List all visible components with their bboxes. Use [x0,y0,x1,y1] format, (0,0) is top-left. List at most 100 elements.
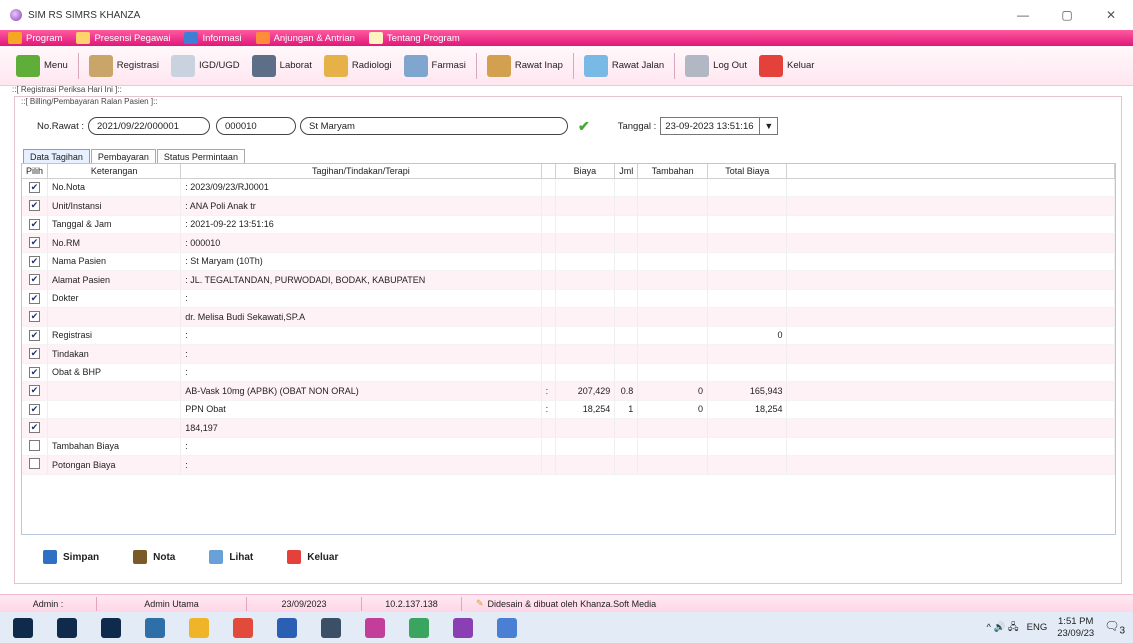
row-checkbox[interactable]: ✔ [29,237,40,249]
chrome-profile-icon[interactable] [409,617,429,638]
table-row[interactable]: ✔ PPN Obat:18,254 1 0 18,254 [22,400,1115,419]
tagihan-grid[interactable]: Pilih Keterangan Tagihan/Tindakan/Terapi… [21,163,1116,535]
col-header-total-biaya[interactable]: Total Biaya [707,164,788,179]
table-row[interactable]: ✔ Tindakan: [22,344,1115,364]
col-header-keterangan[interactable]: Keterangan [47,164,182,179]
registrasi-button[interactable]: Registrasi [83,51,165,81]
table-row[interactable]: Tambahan Biaya: [22,437,1115,456]
keluar-button[interactable]: Keluar [277,545,348,569]
maximize-button[interactable]: ▢ [1045,0,1089,30]
checkbox: ✔ [22,400,49,419]
table-row[interactable]: ✔ Alamat Pasien: JL. TEGALTANDAN, PURWODA… [22,270,1115,290]
row-checkbox[interactable]: ✔ [29,311,40,323]
menu-program[interactable]: Program [8,32,62,44]
menu-presensi-pegawai[interactable]: Presensi Pegawai [76,32,170,44]
table-row[interactable]: ✔ Dokter: [22,289,1115,308]
tanggal-field[interactable]: 23-09-2023 13:51:16 [660,117,761,135]
simpan-button[interactable]: Simpan [33,545,109,569]
bed-icon [486,54,511,77]
row-checkbox[interactable]: ✔ [29,292,40,304]
rawat-jalan-button[interactable]: Rawat Jalan [578,51,670,81]
table-row[interactable]: ✔ No.RM: 000010 [22,233,1115,253]
row-checkbox[interactable]: ✔ [29,422,40,434]
app-icon[interactable] [453,617,473,638]
row-checkbox[interactable]: ✔ [29,218,40,230]
check-icon[interactable]: ✔ [578,118,590,135]
cell-total-biaya [707,178,788,197]
row-checkbox[interactable] [29,458,40,470]
tab-pembayaran[interactable]: Pembayaran [90,149,156,163]
cell-biaya [555,363,616,382]
toolbar-separator [572,52,574,79]
nama-pasien-field[interactable]: St Maryam [300,117,568,135]
notification-icon[interactable]: 🗨3 [1104,619,1125,636]
chrome-icon[interactable] [233,617,253,638]
windows-start-icon[interactable] [13,617,33,638]
table-row[interactable]: ✔ Unit/Instansi: ANA Poli Anak tr [22,196,1115,216]
menu-button[interactable]: Menu [10,51,74,81]
row-checkbox[interactable]: ✔ [29,403,40,415]
row-checkbox[interactable]: ✔ [29,329,40,341]
row-checkbox[interactable] [29,439,40,451]
col-header-biaya[interactable]: Biaya [555,164,616,179]
system-clock[interactable]: 1:51 PM 23/09/23 [1057,616,1094,640]
table-row[interactable]: Potongan Biaya: [22,455,1115,475]
table-row[interactable]: ✔ Tanggal & Jam: 2021-09-22 13:51:16 [22,215,1115,234]
calculator-icon[interactable] [145,617,165,638]
search-icon[interactable] [57,617,77,638]
table-row[interactable]: ✔ No.Nota: 2023/09/23/RJ0001 [22,178,1115,197]
col-header-tagihan[interactable]: Tagihan/Tindakan/Terapi [180,164,542,179]
cell-keterangan [47,381,182,401]
tab-data-tagihan[interactable]: Data Tagihan [23,149,90,163]
cell-filler [786,363,1115,382]
no-rm-field[interactable]: 000010 [216,117,296,135]
table-row[interactable]: ✔ Registrasi: 0 [22,326,1115,345]
row-checkbox[interactable]: ✔ [29,181,40,193]
screenshot-icon[interactable] [321,617,341,638]
laborat-button[interactable]: Laborat [246,51,318,81]
chrome-alt-icon[interactable] [497,617,517,638]
keluar-toolbar-button[interactable]: Keluar [753,51,820,81]
tanggal-dropdown-button[interactable]: ▼ [760,117,779,135]
table-row[interactable]: ✔ 184,197 [22,418,1115,438]
radiologi-button[interactable]: Radiologi [318,51,398,81]
close-button[interactable]: ✕ [1089,0,1133,30]
logout-button[interactable]: Log Out [679,51,753,81]
nota-button[interactable]: Nota [123,545,185,569]
row-checkbox[interactable]: ✔ [29,274,40,286]
row-checkbox[interactable]: ✔ [29,385,40,397]
row-checkbox[interactable]: ✔ [29,255,40,267]
cell-total-biaya: 165,943 [707,381,788,401]
col-header-tambahan[interactable]: Tambahan [637,164,709,179]
col-header-jml[interactable]: Jml [614,164,639,179]
menu-tentang-program[interactable]: Tentang Program [368,32,460,44]
cell-biaya: 18,254 [555,400,616,419]
row-checkbox[interactable]: ✔ [29,366,40,378]
col-header-separator[interactable] [541,164,556,179]
farmasi-button[interactable]: Farmasi [398,51,472,81]
task-view-icon[interactable] [101,617,121,638]
lihat-button[interactable]: Lihat [199,545,263,569]
cell-total-biaya [707,455,788,475]
language-indicator[interactable]: ENG [1027,622,1048,633]
table-row[interactable]: ✔ Obat & BHP: [22,363,1115,382]
rawat-inap-button[interactable]: Rawat Inap [481,51,569,81]
col-header-pilih[interactable]: Pilih [22,164,49,179]
table-row[interactable]: ✔ dr. Melisa Budi Sekawati,SP.A [22,307,1115,327]
menu-informasi[interactable]: Informasi [184,32,242,44]
row-checkbox[interactable]: ✔ [29,200,40,212]
file-explorer-icon[interactable] [189,617,209,638]
table-row[interactable]: ✔ AB-Vask 10mg (APBK) (OBAT NON ORAL):207… [22,381,1115,401]
table-row[interactable]: ✔ Nama Pasien: St Maryam (10Th) [22,252,1115,271]
row-checkbox[interactable]: ✔ [29,348,40,360]
menu-anjungan-antrian[interactable]: Anjungan & Antrian [255,32,355,44]
pen-icon[interactable] [365,617,385,638]
word-icon[interactable] [277,617,297,638]
windows-taskbar: ^ 🔊 🖧 ENG 1:51 PM 23/09/23 🗨3 [0,612,1133,643]
igd-ugd-button[interactable]: IGD/UGD [165,51,246,81]
minimize-button[interactable]: — [1001,0,1045,30]
keluar-toolbar-label: Keluar [786,60,815,71]
no-rawat-field[interactable]: 2021/09/22/000001 [88,117,210,135]
tab-status-permintaan[interactable]: Status Permintaan [156,149,245,163]
tray-icons[interactable]: ^ 🔊 🖧 [986,620,1018,636]
